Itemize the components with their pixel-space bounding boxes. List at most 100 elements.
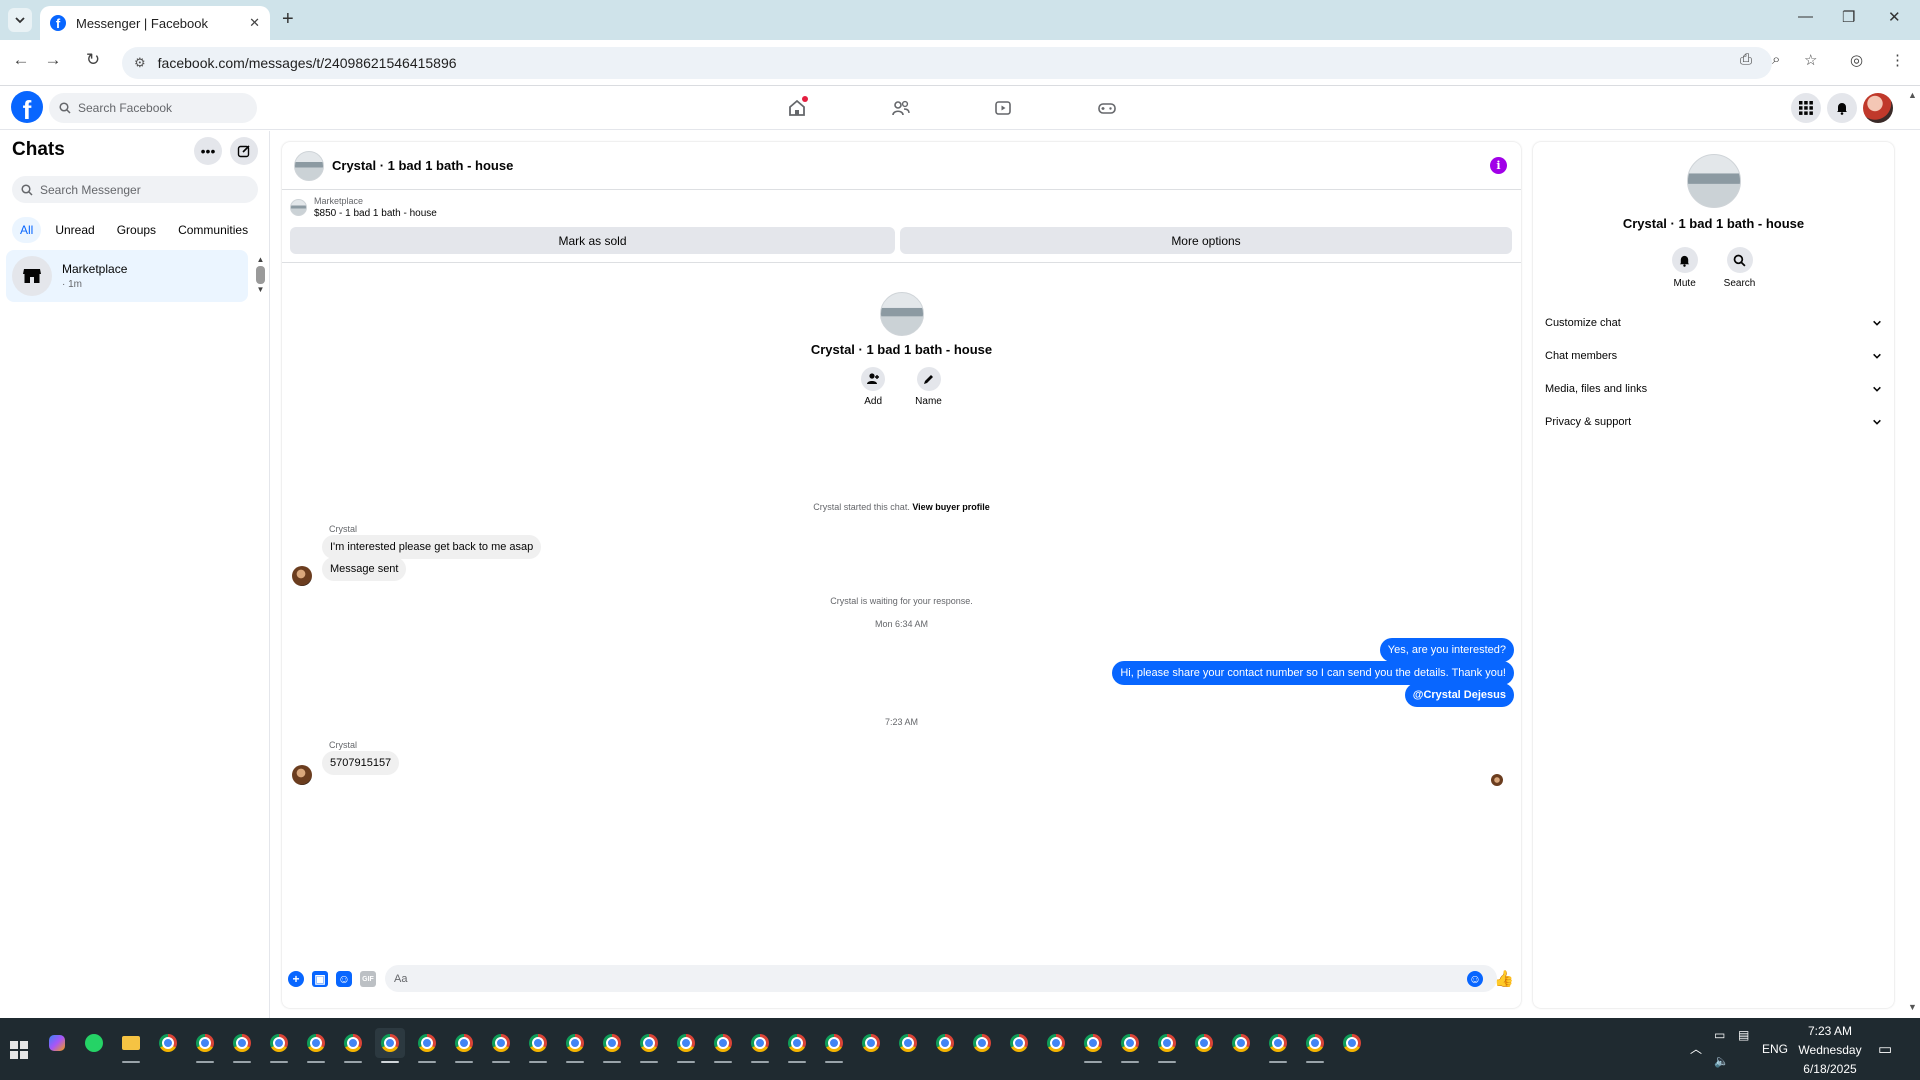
- tune-icon[interactable]: ⚙: [134, 55, 146, 71]
- back-button[interactable]: ←: [8, 50, 34, 70]
- emoji-icon[interactable]: ☺: [1467, 971, 1483, 987]
- conversation-title[interactable]: Crystal · 1 bad 1 bath - house: [332, 158, 513, 173]
- zoom-icon[interactable]: ⌕: [1772, 51, 1780, 68]
- browser-tab[interactable]: f Messenger | Facebook ✕: [40, 6, 270, 40]
- device-icon[interactable]: ▭: [1714, 1028, 1725, 1042]
- close-icon[interactable]: ✕: [249, 15, 260, 31]
- chrome-icon[interactable]: [782, 1028, 812, 1063]
- chrome-icon[interactable]: [227, 1028, 257, 1063]
- details-photo[interactable]: [1686, 154, 1741, 208]
- new-message-button[interactable]: [230, 137, 258, 165]
- whatsapp-app[interactable]: [79, 1028, 109, 1058]
- tray-chevron-icon[interactable]: ︿: [1690, 1040, 1702, 1057]
- more-options-button[interactable]: More options: [900, 227, 1512, 254]
- home-nav[interactable]: [785, 96, 809, 120]
- filter-all[interactable]: All: [12, 217, 42, 243]
- facebook-search-input[interactable]: [78, 101, 238, 115]
- copilot-app[interactable]: [42, 1028, 72, 1058]
- chrome-icon[interactable]: [560, 1028, 590, 1063]
- chrome-icon[interactable]: [264, 1028, 294, 1063]
- install-icon[interactable]: ⎙: [1740, 51, 1752, 68]
- chrome-icon[interactable]: [1337, 1028, 1367, 1058]
- chrome-icon[interactable]: [1263, 1028, 1293, 1063]
- chrome-icon[interactable]: [153, 1028, 183, 1058]
- facebook-search[interactable]: [49, 93, 257, 123]
- account-avatar[interactable]: [1863, 93, 1893, 123]
- search-in-chat-button[interactable]: Search: [1724, 247, 1755, 289]
- outgoing-message-mention[interactable]: @Crystal Dejesus: [1404, 683, 1514, 707]
- chrome-icon[interactable]: [1078, 1028, 1108, 1063]
- messenger-search-input[interactable]: [40, 182, 240, 197]
- listing-photo[interactable]: [294, 150, 324, 181]
- video-nav[interactable]: [991, 96, 1015, 120]
- close-window-button[interactable]: ✕: [1888, 8, 1901, 26]
- chrome-icon[interactable]: [1115, 1028, 1145, 1063]
- chrome-icon[interactable]: [375, 1028, 405, 1063]
- facebook-logo[interactable]: f: [11, 91, 43, 123]
- incoming-message[interactable]: Message sent: [322, 557, 407, 581]
- url-field[interactable]: ⚙ facebook.com/messages/t/24098621546415…: [122, 47, 1772, 79]
- add-people-button[interactable]: Add: [861, 367, 886, 407]
- chrome-icon[interactable]: [708, 1028, 738, 1063]
- windows-icon[interactable]: [10, 1041, 28, 1059]
- notifications-center-icon[interactable]: ▭: [1878, 1040, 1892, 1058]
- minimize-button[interactable]: —: [1798, 8, 1813, 25]
- mute-button[interactable]: Mute: [1671, 247, 1698, 289]
- chrome-icon[interactable]: [1152, 1028, 1182, 1063]
- forward-button[interactable]: →: [40, 50, 66, 70]
- chrome-icon[interactable]: [301, 1028, 331, 1063]
- system-clock[interactable]: 7:23 AM Wednesday 6/18/2025: [1788, 1022, 1872, 1079]
- info-icon[interactable]: i: [1490, 157, 1507, 174]
- customize-chat-section[interactable]: Customize chat: [1545, 317, 1882, 329]
- chrome-icon[interactable]: [597, 1028, 627, 1063]
- chrome-icon[interactable]: [819, 1028, 849, 1063]
- chrome-icon[interactable]: [1189, 1028, 1219, 1058]
- chrome-icon[interactable]: [486, 1028, 516, 1063]
- media-files-section[interactable]: Media, files and links: [1545, 383, 1882, 395]
- chrome-icon[interactable]: [338, 1028, 368, 1063]
- chrome-icon[interactable]: [893, 1028, 923, 1058]
- message-input[interactable]: [394, 972, 1444, 985]
- friends-nav[interactable]: [889, 96, 913, 120]
- plus-circle-icon[interactable]: +: [288, 971, 304, 987]
- gif-icon[interactable]: GIF: [360, 971, 376, 987]
- sender-avatar[interactable]: [292, 765, 312, 785]
- star-icon[interactable]: ☆: [1804, 51, 1817, 69]
- volume-icon[interactable]: 🔈: [1714, 1054, 1729, 1068]
- outgoing-message[interactable]: Yes, are you interested?: [1379, 638, 1514, 662]
- marketplace-listing[interactable]: Marketplace $850 - 1 bad 1 bath - house: [290, 196, 437, 219]
- gaming-nav[interactable]: [1095, 96, 1119, 120]
- chrome-icon[interactable]: [412, 1028, 442, 1063]
- chat-members-section[interactable]: Chat members: [1545, 350, 1882, 362]
- sender-avatar[interactable]: [292, 566, 312, 586]
- privacy-support-section[interactable]: Privacy & support: [1545, 416, 1882, 428]
- chrome-icon[interactable]: [745, 1028, 775, 1063]
- mark-as-sold-button[interactable]: Mark as sold: [290, 227, 895, 254]
- filter-unread[interactable]: Unread: [47, 217, 102, 243]
- outgoing-message[interactable]: Hi, please share your contact number so …: [1112, 661, 1514, 685]
- language-indicator[interactable]: ENG: [1762, 1042, 1788, 1056]
- chrome-icon[interactable]: [967, 1028, 997, 1058]
- name-chat-button[interactable]: Name: [915, 367, 942, 407]
- notifications-button[interactable]: [1827, 93, 1857, 123]
- chrome-icon[interactable]: [1226, 1028, 1256, 1058]
- chrome-icon[interactable]: [449, 1028, 479, 1063]
- chrome-icon[interactable]: [671, 1028, 701, 1063]
- incoming-message[interactable]: 5707915157: [322, 751, 400, 775]
- chrome-icon[interactable]: [930, 1028, 960, 1058]
- chrome-icon[interactable]: [190, 1028, 220, 1063]
- filter-groups[interactable]: Groups: [109, 217, 164, 243]
- reload-button[interactable]: ↻: [80, 50, 106, 70]
- page-scrollbar[interactable]: ▲ ▼: [1906, 88, 1920, 1018]
- sticker-icon[interactable]: ☺: [336, 971, 352, 987]
- profile-icon[interactable]: ◎: [1850, 51, 1863, 69]
- message-input-field[interactable]: [385, 965, 1497, 992]
- chrome-icon[interactable]: [856, 1028, 886, 1058]
- chrome-icon[interactable]: [1300, 1028, 1330, 1063]
- more-vert-icon[interactable]: ⋮: [1890, 51, 1905, 69]
- restore-button[interactable]: ❐: [1842, 8, 1855, 26]
- chrome-icon[interactable]: [523, 1028, 553, 1063]
- like-icon[interactable]: 👍: [1494, 971, 1514, 988]
- chrome-icon[interactable]: [1004, 1028, 1034, 1058]
- chrome-icon[interactable]: [634, 1028, 664, 1063]
